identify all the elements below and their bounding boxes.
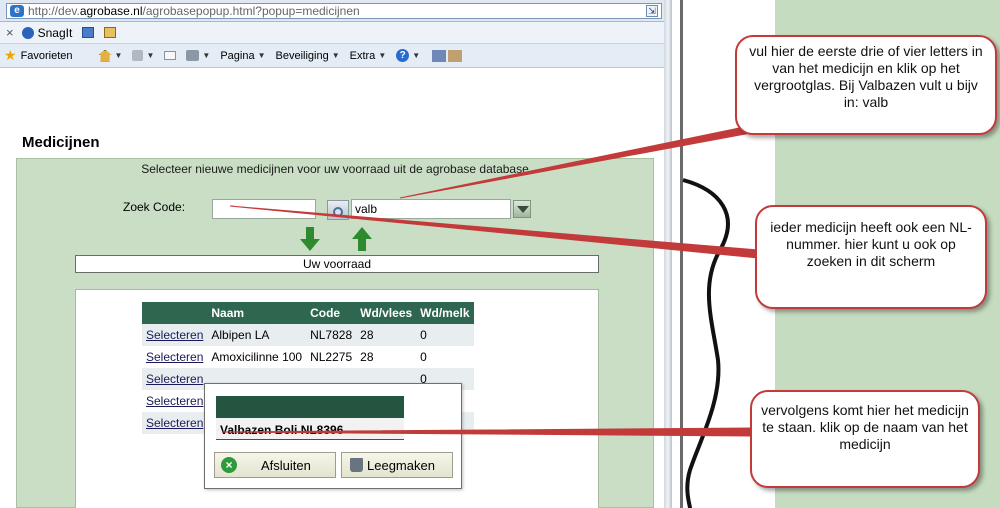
mail-button[interactable] <box>164 51 177 60</box>
cell-wd-melk: 0 <box>420 350 427 364</box>
close-icon: × <box>221 457 237 473</box>
voorraad-bar: Uw voorraad <box>75 255 599 273</box>
pagina-label: Pagina <box>220 49 255 62</box>
beveiliging-label: Beveiliging <box>275 49 329 62</box>
mail-icon <box>164 51 177 60</box>
select-link[interactable]: Selecteren <box>146 394 203 408</box>
table-header-row: Naam Code Wd/vlees Wd/melk <box>142 302 474 324</box>
arrow-down-icon[interactable] <box>300 227 320 251</box>
callout-search-letters: vul hier de eerste drie of vier letters … <box>735 35 997 135</box>
panel-subtitle: Selecteer nieuwe medicijnen voor uw voor… <box>141 162 529 176</box>
favorites-star-icon[interactable]: ★ <box>4 47 17 64</box>
name-search-input[interactable] <box>351 199 511 219</box>
code-search-input[interactable] <box>212 199 316 219</box>
compatibility-icon[interactable]: ⇲ <box>646 5 658 17</box>
help-icon: ? <box>396 49 410 62</box>
research-icon[interactable] <box>432 49 447 62</box>
snagit-label[interactable]: SnagIt <box>38 26 73 40</box>
leegmaken-label: Leegmaken <box>367 457 435 473</box>
header-select <box>142 302 208 324</box>
snagit-edit-icon[interactable] <box>104 27 117 38</box>
print-button[interactable]: ▼ <box>186 50 210 61</box>
pagina-menu[interactable]: Pagina ▼ <box>220 50 265 62</box>
chevron-down-icon: ▼ <box>114 51 123 60</box>
snagit-icon <box>21 26 34 39</box>
afsluiten-button[interactable]: × Afsluiten <box>214 452 336 478</box>
url-text: http://dev.agrobase.nl/agrobasepopup.htm… <box>28 4 360 18</box>
table-row: Selecteren Amoxicilinne 100 NL2275 28 0 <box>142 346 474 368</box>
browser-window: e http://dev.agrobase.nl/agrobasepopup.h… <box>0 0 668 508</box>
cell-code: NL2275 <box>310 350 353 364</box>
header-wd-melk: Wd/melk <box>416 302 474 324</box>
popup-result-item[interactable]: Valbazen Boli NL8396 <box>216 418 404 440</box>
arrow-up-icon[interactable] <box>352 227 372 251</box>
window-separator <box>680 0 683 508</box>
home-icon <box>98 49 112 62</box>
print-icon <box>186 50 200 61</box>
select-link[interactable]: Selecteren <box>146 328 203 342</box>
address-bar: e http://dev.agrobase.nl/agrobasepopup.h… <box>0 0 668 22</box>
select-link[interactable]: Selecteren <box>146 350 203 364</box>
messenger-icon[interactable] <box>448 49 463 62</box>
chevron-down-icon: ▼ <box>257 51 266 60</box>
help-button[interactable]: ? ▼ <box>396 49 420 62</box>
afsluiten-label: Afsluiten <box>261 457 311 473</box>
callout-select-medicine: vervolgens komt hier het medicijn te sta… <box>750 390 980 488</box>
select-link[interactable]: Selecteren <box>146 416 203 430</box>
url-field[interactable]: e http://dev.agrobase.nl/agrobasepopup.h… <box>6 3 662 19</box>
beveiliging-menu[interactable]: Beveiliging ▼ <box>276 50 340 62</box>
autocomplete-popup: Valbazen Boli NL8396 × Afsluiten Leegmak… <box>204 383 462 489</box>
leegmaken-button[interactable]: Leegmaken <box>341 452 453 478</box>
chevron-down-icon: ▼ <box>202 51 211 60</box>
cell-wd-melk: 0 <box>416 324 474 346</box>
select-link[interactable]: Selecteren <box>146 372 203 386</box>
close-toolbar-icon[interactable]: × <box>6 25 14 40</box>
cell-wd-vlees: 28 <box>356 324 417 346</box>
page-title: Medicijnen <box>22 134 100 151</box>
feeds-button[interactable]: ▼ <box>132 50 154 61</box>
search-button[interactable] <box>327 200 349 220</box>
popup-header <box>216 396 404 418</box>
trash-icon <box>350 458 363 472</box>
snagit-toolbar: × SnagIt <box>0 22 668 44</box>
extra-label: Extra <box>349 49 376 62</box>
favorites-label[interactable]: Favorieten <box>21 50 73 62</box>
header-wd-vlees: Wd/vlees <box>356 302 417 324</box>
snagit-capture-icon[interactable] <box>82 27 95 38</box>
table-row: Selecteren Albipen LA NL7828 28 0 <box>142 324 474 346</box>
feed-icon <box>132 50 144 61</box>
window-border <box>664 0 672 508</box>
callout-nl-number: ieder medicijn heeft ook een NL-nummer. … <box>755 205 987 309</box>
chevron-down-icon: ▼ <box>146 51 155 60</box>
ie-page-icon: e <box>10 5 24 17</box>
cell-naam: Albipen LA <box>207 324 307 346</box>
chevron-down-icon: ▼ <box>412 51 421 60</box>
extra-menu[interactable]: Extra ▼ <box>350 50 387 62</box>
zoek-code-label: Zoek Code: <box>123 200 186 214</box>
chevron-down-icon: ▼ <box>378 51 387 60</box>
dropdown-button[interactable] <box>513 200 531 218</box>
cell-code: NL7828 <box>306 324 357 346</box>
cell-wd-vlees: 28 <box>360 350 374 364</box>
home-button[interactable]: ▼ <box>98 49 123 62</box>
favorites-bar: ★ Favorieten ▼ ▼ ▼ Pagina ▼ Beveiliging ▼ … <box>0 44 668 68</box>
cell-naam: Amoxicilinne 100 <box>211 350 303 364</box>
chevron-down-icon: ▼ <box>331 51 340 60</box>
header-naam: Naam <box>207 302 307 324</box>
magnifier-icon <box>333 207 343 217</box>
header-code: Code <box>306 302 357 324</box>
